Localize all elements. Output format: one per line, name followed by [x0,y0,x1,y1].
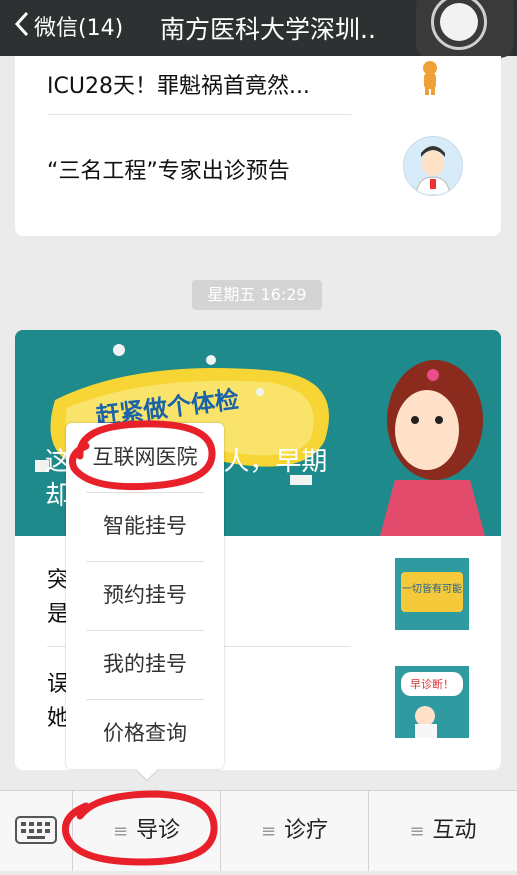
floating-assistive-button[interactable] [416,0,514,58]
article-thumbnail: 早诊断！ [395,666,469,738]
menu-button-label: 诊疗 [284,818,329,843]
article-thumb-text: 一切皆有可能 [402,582,462,595]
menu-lines-icon: ≡ [112,821,129,842]
fox-illustration-icon [423,61,437,95]
navigation-bar: 微信(14) 南方医科大学深圳.. [0,0,517,58]
menu-button-interaction[interactable]: ≡ 互动 [369,791,517,871]
article-thumb-text: 早诊断！ [410,677,454,691]
article-thumbnail: 一切皆有可能 [395,558,469,630]
article-card-top: ICU28天！罪魁祸首竟然... “三名工程”专家出诊预告 [15,56,501,236]
page-title: 南方医科大学深圳.. [160,15,376,44]
doctor-avatar-thumbnail [403,136,463,196]
menu-lines-icon: ≡ [260,821,277,842]
menu-item-my-registrations[interactable]: 我的挂号 [66,630,224,699]
back-label: 微信(14) [34,16,124,41]
menu-item-price-inquiry[interactable]: 价格查询 [66,699,224,768]
menu-button-guide[interactable]: ≡ 导诊 [73,791,220,871]
bottom-menu-bar: ≡ 导诊 ≡ 诊疗 ≡ 互动 [0,790,517,871]
message-timestamp: 星期五 16:29 [192,280,322,310]
menu-item-appointment[interactable]: 预约挂号 [66,561,224,630]
menu-button-treatment[interactable]: ≡ 诊疗 [221,791,368,871]
article-title-2[interactable]: “三名工程”专家出诊预告 [47,153,290,185]
guide-popup-menu: 互联网医院 智能挂号 预约挂号 我的挂号 价格查询 [66,423,224,769]
menu-button-label: 互动 [432,818,477,843]
keyboard-toggle-button[interactable] [0,791,73,871]
menu-item-smart-registration[interactable]: 智能挂号 [66,492,224,561]
menu-lines-icon: ≡ [409,821,425,842]
menu-item-internet-hospital[interactable]: 互联网医院 [66,423,224,492]
keyboard-icon [15,816,57,844]
chevron-left-icon [14,11,30,42]
menu-button-label: 导诊 [136,818,181,843]
article-title-1[interactable]: ICU28天！罪魁祸首竟然... [47,68,310,100]
assistive-dot-icon [440,3,478,41]
divider [47,114,351,115]
back-button[interactable]: 微信(14) [14,10,123,42]
